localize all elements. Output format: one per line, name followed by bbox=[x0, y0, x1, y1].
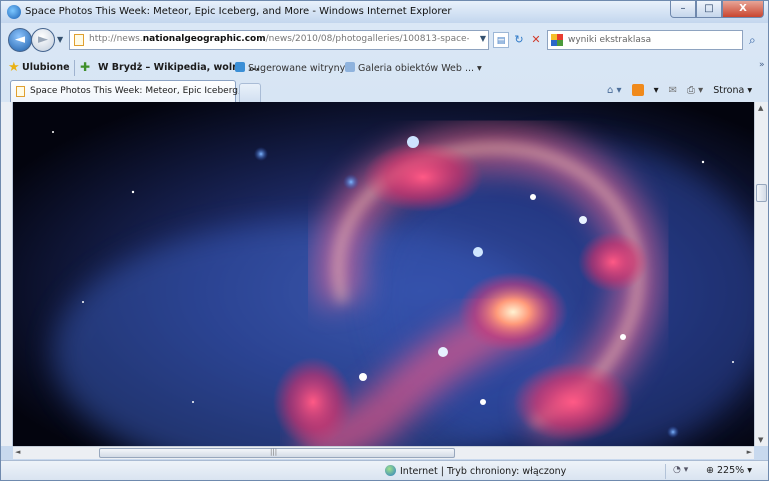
internet-globe-icon bbox=[385, 465, 396, 476]
window-title: Space Photos This Week: Meteor, Epic Ice… bbox=[25, 6, 452, 17]
ie-logo-icon bbox=[7, 5, 21, 19]
status-bar: Internet | Tryb chroniony: włączony ◔ ▾ … bbox=[1, 460, 768, 480]
title-bar[interactable]: Space Photos This Week: Meteor, Epic Ice… bbox=[1, 1, 768, 23]
favorite-suggested-label: Sugerowane witryny ▾ bbox=[248, 63, 354, 74]
search-provider-icon[interactable] bbox=[551, 34, 563, 46]
favorite-item-web-slice-gallery[interactable]: Galeria obiektów Web ... ▾ bbox=[345, 62, 482, 74]
favorites-divider bbox=[74, 60, 75, 76]
zoom-dropdown-icon[interactable]: ▾ bbox=[747, 465, 752, 476]
page-icon bbox=[74, 34, 84, 46]
url-path: /news/2010/08/photogalleries/100813-spac… bbox=[265, 34, 469, 44]
compatibility-view-icon[interactable]: ▤ bbox=[493, 32, 509, 48]
addons-status-icon[interactable]: ◔ ▾ bbox=[673, 465, 688, 475]
security-zone[interactable]: Internet | Tryb chroniony: włączony bbox=[385, 465, 566, 477]
more-favorites-chevron-icon[interactable]: » bbox=[759, 60, 765, 70]
tab-label: Space Photos This Week: Meteor, Epic Ice… bbox=[30, 86, 258, 96]
search-value: wyniki ekstraklasa bbox=[568, 35, 652, 45]
vertical-scroll-thumb[interactable] bbox=[756, 184, 767, 202]
zoom-level-button[interactable]: ⊕ 225% ▾ bbox=[706, 465, 752, 476]
navigation-bar: ◄ ► ▼ http://news.nationalgeographic.com… bbox=[1, 25, 768, 55]
search-icon[interactable]: ⌕ bbox=[749, 33, 756, 48]
maximize-button[interactable]: □ bbox=[696, 1, 722, 18]
recent-pages-dropdown[interactable]: ▼ bbox=[57, 35, 63, 44]
favorites-star-icon[interactable]: ★ bbox=[8, 60, 20, 75]
galaxy-photo bbox=[13, 102, 754, 446]
favorite-gallery-label: Galeria obiektów Web ... ▾ bbox=[358, 63, 482, 74]
url-text[interactable]: http://news.nationalgeographic.com/news/… bbox=[89, 34, 469, 44]
home-icon[interactable]: ⌂ ▾ bbox=[607, 85, 622, 96]
search-input[interactable]: wyniki ekstraklasa bbox=[547, 30, 743, 50]
url-domain: nationalgeographic.com bbox=[142, 34, 266, 44]
address-bar[interactable]: http://news.nationalgeographic.com/news/… bbox=[69, 30, 489, 50]
horizontal-scrollbar[interactable]: ◄ ||| ► bbox=[13, 446, 754, 459]
close-button[interactable]: X bbox=[722, 1, 764, 18]
read-mail-icon[interactable]: ✉ bbox=[669, 85, 677, 96]
scroll-right-arrow-icon[interactable]: ► bbox=[747, 448, 752, 456]
suggested-sites-icon bbox=[235, 62, 245, 72]
minimize-button[interactable]: – bbox=[670, 1, 696, 18]
scroll-down-arrow-icon[interactable]: ▼ bbox=[758, 436, 763, 444]
scroll-grip-icon: ||| bbox=[270, 448, 278, 456]
rss-dropdown-icon[interactable]: ▾ bbox=[654, 85, 659, 96]
security-zone-label: Internet | Tryb chroniony: włączony bbox=[400, 466, 567, 477]
horizontal-scroll-thumb[interactable]: ||| bbox=[99, 448, 455, 458]
page-menu-button[interactable]: Strona ▾ bbox=[713, 85, 752, 96]
tab-page-icon bbox=[16, 86, 25, 97]
rss-feed-icon[interactable] bbox=[631, 84, 644, 96]
scroll-up-arrow-icon[interactable]: ▲ bbox=[758, 104, 763, 112]
refresh-button[interactable]: ↻ bbox=[511, 32, 527, 48]
scroll-left-arrow-icon[interactable]: ◄ bbox=[15, 448, 20, 456]
print-icon[interactable]: ⎙ ▾ bbox=[687, 85, 703, 96]
page-content bbox=[13, 102, 754, 446]
home-dropdown-icon[interactable]: ▾ bbox=[617, 85, 622, 96]
caption-buttons: – □ X bbox=[670, 1, 764, 19]
new-tab-button[interactable] bbox=[239, 83, 261, 102]
address-dropdown-icon[interactable]: ▼ bbox=[480, 34, 486, 43]
favorites-button[interactable]: Ulubione bbox=[22, 62, 70, 73]
tab-bar: Space Photos This Week: Meteor, Epic Ice… bbox=[1, 80, 768, 102]
favorite-item-suggested-sites[interactable]: Sugerowane witryny ▾ bbox=[235, 62, 353, 74]
zoom-level: 225% bbox=[716, 465, 745, 476]
add-favorite-icon[interactable]: ✚ bbox=[80, 60, 90, 74]
web-slice-icon bbox=[345, 62, 355, 72]
forward-button[interactable]: ► bbox=[31, 28, 55, 52]
favorites-bar: ★ Ulubione ✚ W Brydż – Wikipedia, wolna … bbox=[1, 57, 768, 79]
url-prefix: http://news. bbox=[89, 34, 143, 44]
back-button[interactable]: ◄ bbox=[8, 28, 32, 52]
content-left-edge bbox=[1, 102, 13, 446]
tab-active[interactable]: Space Photos This Week: Meteor, Epic Ice… bbox=[10, 80, 258, 102]
command-bar: ⌂ ▾ ▾ ✉ ⎙ ▾ Strona ▾ bbox=[607, 84, 752, 96]
vertical-scrollbar[interactable]: ▲ ▼ bbox=[754, 102, 768, 446]
print-dropdown-icon[interactable]: ▾ bbox=[698, 85, 703, 96]
browser-window: Space Photos This Week: Meteor, Epic Ice… bbox=[0, 0, 769, 481]
status-divider bbox=[665, 464, 666, 479]
stop-button[interactable]: ✕ bbox=[528, 32, 544, 48]
